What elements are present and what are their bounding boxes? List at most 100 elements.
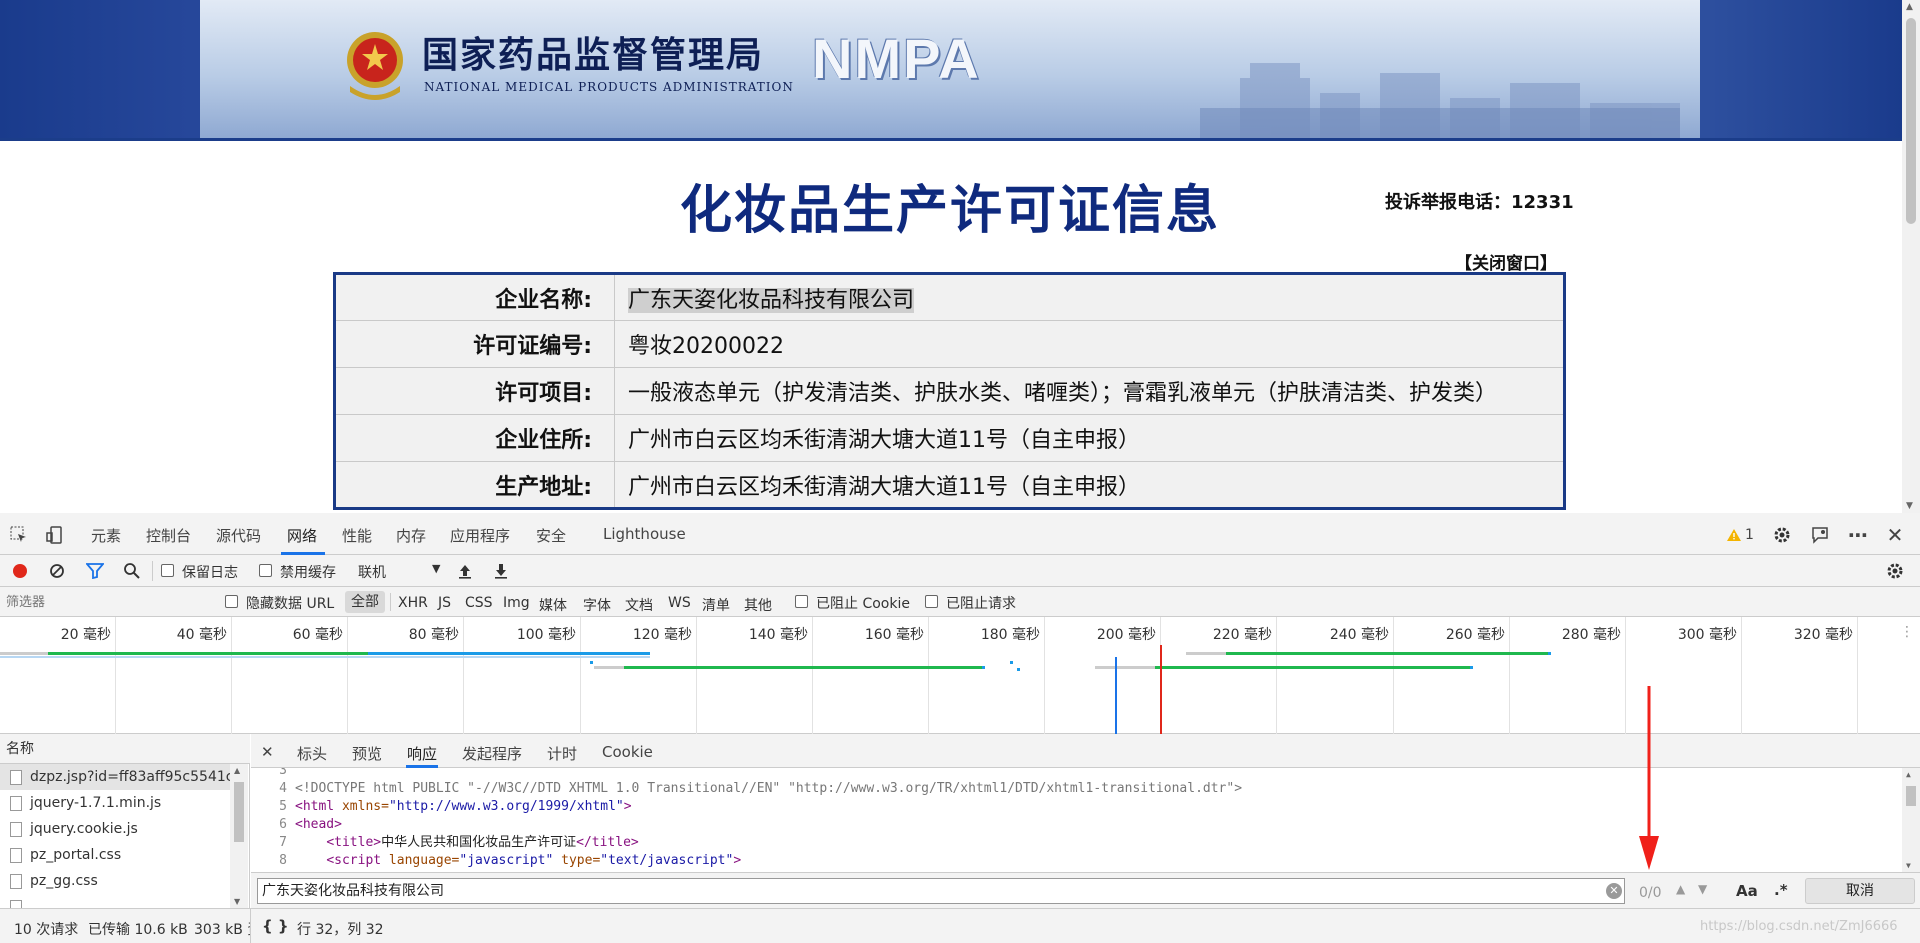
timeline-tick-label: 320 毫秒 — [1793, 627, 1853, 643]
code-line: 5 <html xmlns="http://www.w3.org/1999/xht… — [251, 798, 631, 816]
scroll-down-arrow-icon[interactable]: ▼ — [234, 897, 240, 906]
tab-headers[interactable]: 标头 — [297, 743, 327, 764]
filter-type-doc[interactable]: 文档 — [625, 595, 653, 615]
close-devtools-icon[interactable]: ✕ — [1884, 523, 1906, 547]
script-file-icon — [10, 822, 22, 837]
string-text: "javascript" — [459, 853, 554, 868]
blocked-requests-checkbox[interactable] — [925, 595, 938, 608]
request-bar-download — [1470, 666, 1473, 669]
row-label: 生产地址: — [334, 461, 615, 509]
tab-sources[interactable]: 源代码 — [216, 525, 261, 546]
timeline-tick-label: 200 毫秒 — [1096, 627, 1156, 643]
tab-network[interactable]: 网络 — [287, 525, 317, 546]
match-case-button[interactable]: Aa — [1736, 882, 1758, 900]
clear-icon[interactable] — [49, 563, 65, 583]
timeline-tick-label: 300 毫秒 — [1677, 627, 1737, 643]
more-options-icon[interactable]: ⋯ — [1847, 523, 1869, 547]
line-number: 3 — [279, 768, 287, 778]
request-row[interactable]: jquery.cookie.js — [0, 816, 230, 842]
filter-type-ws[interactable]: WS — [668, 595, 691, 611]
scroll-up-arrow-icon[interactable]: ▲ — [1906, 770, 1911, 779]
title-text: 中华人民共和国化妆品生产许可证 — [381, 835, 577, 850]
search-icon[interactable] — [123, 562, 141, 584]
filter-type-css[interactable]: CSS — [465, 595, 493, 611]
search-input[interactable]: 广东天姿化妆品科技有限公司 — [257, 878, 1625, 904]
settings-gear-icon[interactable] — [1771, 524, 1793, 546]
request-name: dzpz.jsp?id=ff83aff95c5541cd — [30, 769, 230, 785]
filter-type-img[interactable]: Img — [503, 595, 530, 611]
close-detail-icon[interactable]: ✕ — [261, 743, 274, 761]
scroll-up-arrow-icon[interactable]: ▲ — [1906, 2, 1913, 12]
scroll-thumb[interactable] — [1906, 18, 1916, 224]
close-window-link[interactable]: 【关闭窗口】 — [1455, 249, 1557, 274]
timeline-gridline — [812, 617, 813, 734]
export-har-icon[interactable] — [494, 563, 508, 583]
previous-match-icon[interactable]: ▲ — [1676, 882, 1685, 896]
tab-timing[interactable]: 计时 — [547, 743, 577, 764]
preserve-log-checkbox[interactable] — [161, 564, 174, 577]
inspect-element-icon[interactable] — [8, 524, 30, 546]
request-count: 10 次请求 — [14, 922, 79, 938]
hide-data-url-checkbox[interactable] — [225, 595, 238, 608]
filter-type-media[interactable]: 媒体 — [539, 595, 567, 615]
name-column-header[interactable]: 名称 — [0, 734, 250, 764]
tab-elements[interactable]: 元素 — [91, 525, 121, 546]
filter-icon[interactable] — [85, 563, 105, 583]
request-row[interactable]: jquery-1.7.1.min.js — [0, 790, 230, 816]
filter-type-font[interactable]: 字体 — [583, 595, 611, 615]
request-row[interactable]: dzpz.jsp?id=ff83aff95c5541cd — [0, 764, 230, 790]
tab-response[interactable]: 响应 — [407, 743, 437, 764]
timeline-gridline — [231, 617, 232, 734]
response-code-view[interactable]: 3 4 <!DOCTYPE html PUBLIC "-//W3C//DTD XH… — [251, 768, 1920, 872]
filter-type-js[interactable]: JS — [438, 595, 451, 611]
chevron-down-icon[interactable]: ▼ — [432, 562, 440, 575]
scroll-thumb[interactable] — [1906, 786, 1916, 806]
blocked-cookies-checkbox[interactable] — [795, 595, 808, 608]
scroll-thumb[interactable] — [234, 782, 244, 842]
tab-memory[interactable]: 内存 — [396, 525, 426, 546]
resources-size: 303 kB 资 — [194, 922, 250, 938]
import-har-icon[interactable] — [458, 563, 472, 583]
filter-type-other[interactable]: 其他 — [744, 595, 772, 615]
tab-console[interactable]: 控制台 — [146, 525, 191, 546]
request-bar-waiting — [624, 666, 982, 669]
cancel-search-button[interactable]: 取消 — [1805, 878, 1915, 904]
tab-initiator[interactable]: 发起程序 — [462, 743, 522, 764]
device-toolbar-icon[interactable] — [44, 524, 66, 546]
filter-input[interactable] — [6, 592, 206, 612]
request-row[interactable]: pz_portal.css — [0, 842, 230, 868]
tab-performance[interactable]: 性能 — [342, 525, 372, 546]
warnings-button[interactable]: 1 — [1726, 524, 1766, 546]
pretty-print-icon[interactable]: { } — [262, 917, 289, 935]
request-row-partial[interactable] — [0, 894, 230, 908]
network-timeline-overview[interactable]: 20 毫秒 40 毫秒 60 毫秒 80 毫秒 100 毫秒 120 毫秒 14… — [0, 617, 1920, 734]
throttling-select[interactable]: 联机 — [358, 562, 386, 582]
request-row[interactable]: pz_gg.css — [0, 868, 230, 894]
timeline-gridline — [580, 617, 581, 734]
clear-search-icon[interactable]: ✕ — [1606, 883, 1622, 899]
disable-cache-checkbox[interactable] — [259, 564, 272, 577]
page-scrollbar[interactable]: ▲ ▼ — [1902, 0, 1920, 513]
preserve-log-label: 保留日志 — [182, 565, 238, 581]
request-list-scrollbar[interactable]: ▲ ▼ — [230, 764, 248, 908]
tab-security[interactable]: 安全 — [536, 525, 566, 546]
code-scrollbar[interactable]: ▲ ▼ — [1902, 768, 1920, 872]
scroll-down-arrow-icon[interactable]: ▼ — [1906, 501, 1913, 511]
scroll-down-arrow-icon[interactable]: ▼ — [1906, 861, 1911, 870]
tab-lighthouse[interactable]: Lighthouse — [603, 525, 686, 543]
filter-type-manifest[interactable]: 清单 — [702, 595, 730, 615]
tab-application[interactable]: 应用程序 — [450, 525, 510, 546]
next-match-icon[interactable]: ▼ — [1698, 882, 1707, 896]
network-settings-gear-icon[interactable] — [1886, 562, 1904, 584]
feedback-icon[interactable] — [1809, 524, 1831, 546]
tab-cookies[interactable]: Cookie — [602, 743, 653, 761]
string-text: "text/javascript" — [600, 853, 734, 868]
line-number: 8 — [279, 853, 287, 868]
tab-preview[interactable]: 预览 — [352, 743, 382, 764]
timeline-gridline — [463, 617, 464, 734]
filter-type-all[interactable]: 全部 — [345, 591, 385, 613]
scroll-up-arrow-icon[interactable]: ▲ — [234, 766, 240, 775]
filter-type-xhr[interactable]: XHR — [398, 595, 428, 611]
regex-button[interactable]: .* — [1774, 881, 1788, 899]
record-icon[interactable] — [13, 564, 27, 578]
